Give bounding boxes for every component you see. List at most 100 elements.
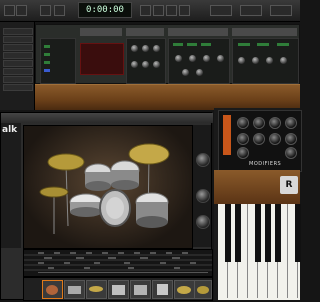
kit-thumbnail[interactable] [130,280,151,299]
led [238,43,250,46]
led [187,43,197,46]
knob[interactable] [142,45,149,52]
reverb-knob[interactable] [196,189,210,203]
kit-piece-strip [23,277,213,301]
knob[interactable] [203,55,210,62]
knob[interactable] [153,61,160,68]
knob[interactable] [285,117,297,129]
led [44,61,50,64]
knob[interactable] [131,61,138,68]
led [257,43,269,46]
black-key[interactable] [255,204,261,262]
knob[interactable] [269,133,281,145]
volume-knob[interactable] [196,153,210,167]
mixer-row[interactable] [3,60,33,67]
black-key[interactable] [235,204,241,262]
plugin-title-bar[interactable] [1,113,213,123]
knob[interactable] [253,117,265,129]
led [277,43,289,46]
pattern-steps[interactable] [24,250,212,276]
hi-hat[interactable] [39,186,69,234]
pattern-grid[interactable] [23,249,213,277]
black-key[interactable] [265,204,271,262]
floor-tom[interactable] [135,192,169,228]
plugin-logo: alk [2,125,18,135]
plugin-right-controls [193,125,211,247]
knob[interactable] [266,57,273,64]
mixer-row[interactable] [3,68,33,75]
tempo-display[interactable] [210,5,232,16]
module-header [126,28,164,36]
tom-2[interactable] [110,160,140,190]
knob[interactable] [237,133,249,145]
loop-button[interactable] [179,5,190,16]
drum-kit-view [23,125,193,249]
knob[interactable] [252,57,259,64]
waveform-screen [80,43,124,75]
knob[interactable] [285,147,297,159]
play-button[interactable] [153,5,164,16]
led [201,43,211,46]
knob[interactable] [196,69,203,76]
mixer-row[interactable] [3,28,33,35]
forward-icon[interactable] [54,5,65,16]
settings-icon[interactable] [16,5,27,16]
knob[interactable] [182,69,189,76]
black-key[interactable] [295,204,301,262]
synth-side-accent [223,115,231,155]
kit-thumbnail[interactable] [42,280,63,299]
piano-keyboard[interactable] [218,204,301,300]
analog-synth-panel: MODIFIERS R [214,108,302,300]
record-button[interactable] [166,5,177,16]
kit-thumbnail[interactable] [108,280,129,299]
led [44,53,50,56]
led [44,45,50,48]
kit-thumbnail[interactable] [174,280,195,299]
module-envelope [232,38,299,84]
mixer-row[interactable] [3,76,33,83]
knob[interactable] [131,45,138,52]
synth-logo-badge: R [280,176,298,194]
cpu-meter [270,5,292,16]
kit-thumbnail[interactable] [152,280,173,299]
menu-icon[interactable] [4,5,15,16]
knob[interactable] [238,57,245,64]
knob[interactable] [153,45,160,52]
knob[interactable] [269,117,281,129]
mixer-row[interactable] [3,84,33,91]
knob[interactable] [253,133,265,145]
time-display: 0:00:00 [78,2,132,18]
meter-display[interactable] [240,5,262,16]
led [173,43,183,46]
kit-thumbnail[interactable] [194,280,212,299]
stop-button[interactable] [140,5,151,16]
mixer-row[interactable] [3,36,33,43]
knob[interactable] [142,61,149,68]
knob[interactable] [280,57,287,64]
module-header [80,28,122,36]
mixer-row[interactable] [3,52,33,59]
synth-control-panel: MODIFIERS [218,110,302,172]
section-label: MODIFIERS [249,161,282,167]
knob[interactable] [175,55,182,62]
compress-knob[interactable] [196,215,210,229]
drum-plugin-window: alk [0,112,213,301]
knob[interactable] [189,55,196,62]
modular-synth-panel [35,24,300,84]
mixer-row[interactable] [3,44,33,51]
kit-thumbnail[interactable] [86,280,107,299]
tom-1[interactable] [84,163,112,191]
knob[interactable] [217,55,224,62]
module-filter [168,38,230,84]
knob[interactable] [237,117,249,129]
knob[interactable] [285,133,297,145]
kick[interactable] [99,189,131,227]
module-header [168,28,228,36]
black-key[interactable] [225,204,231,262]
knob[interactable] [237,147,249,159]
rewind-icon[interactable] [40,5,51,16]
snare[interactable] [69,193,103,217]
wood-panel [35,84,300,110]
kit-thumbnail[interactable] [64,280,85,299]
black-key[interactable] [275,204,281,262]
